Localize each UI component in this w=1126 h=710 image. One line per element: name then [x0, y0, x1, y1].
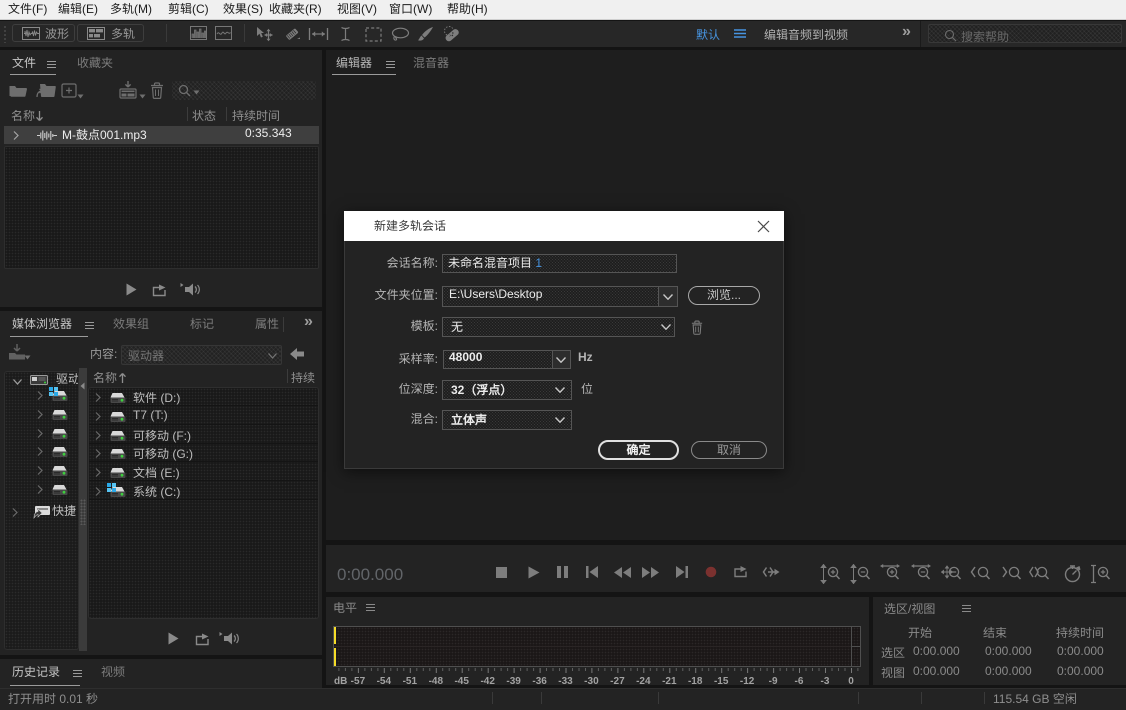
svg-text:-57: -57 [351, 676, 366, 686]
svg-text:dB: dB [334, 676, 347, 686]
svg-text:-27: -27 [610, 676, 625, 686]
svg-text:-42: -42 [480, 676, 495, 686]
svg-text:-9: -9 [769, 676, 778, 686]
svg-text:-3: -3 [821, 676, 830, 686]
svg-text:-36: -36 [532, 676, 547, 686]
svg-text:-21: -21 [662, 676, 677, 686]
svg-text:-39: -39 [506, 676, 521, 686]
svg-text:-6: -6 [795, 676, 804, 686]
svg-text:-33: -33 [558, 676, 573, 686]
svg-text:-18: -18 [688, 676, 703, 686]
svg-text:-12: -12 [740, 676, 755, 686]
svg-text:-15: -15 [714, 676, 729, 686]
svg-text:-54: -54 [377, 676, 392, 686]
svg-text:-24: -24 [636, 676, 651, 686]
svg-text:0: 0 [848, 676, 854, 686]
svg-text:-30: -30 [584, 676, 599, 686]
svg-text:-45: -45 [454, 676, 469, 686]
svg-text:-48: -48 [429, 676, 444, 686]
svg-text:-51: -51 [403, 676, 418, 686]
